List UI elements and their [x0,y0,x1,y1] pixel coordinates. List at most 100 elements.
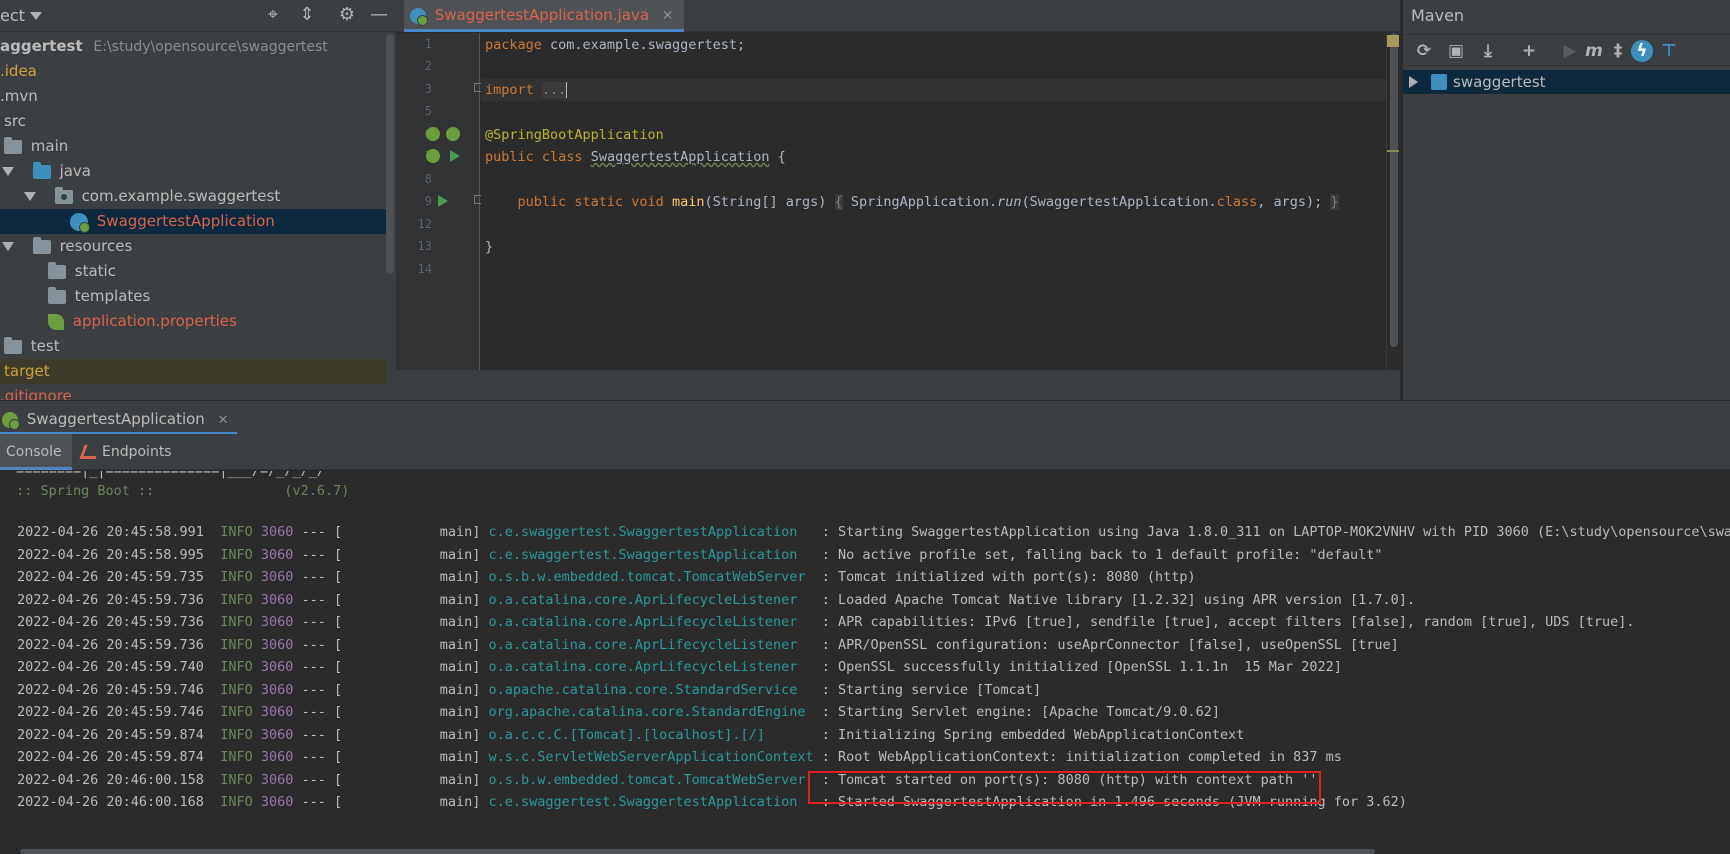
project-scrollbar[interactable] [386,34,394,274]
expand-arrow-icon[interactable] [2,242,14,251]
console-horizontal-scrollbar[interactable] [20,849,1375,854]
minimize-icon[interactable]: — [368,4,390,26]
lightning-icon[interactable]: ϟ [1631,40,1653,62]
folded-imports[interactable]: ... [541,82,567,98]
project-title[interactable]: ect [0,6,25,25]
editor-scrollbar-thumb[interactable] [1390,33,1398,347]
expand-arrow-icon[interactable] [1409,76,1418,88]
tree-item-mvn[interactable]: .mvn [0,84,386,109]
tree-item-src[interactable]: src [0,109,386,134]
editor-tab[interactable]: SwaggertestApplication.java ✕ [404,0,684,32]
code-token: (String[] args) [704,194,827,210]
maven-project-item[interactable]: swaggertest [1403,70,1730,94]
locate-icon[interactable]: ⌖ [262,4,284,26]
tree-item-gitignore[interactable]: .gitignore [0,384,386,400]
spring-class-icon [410,7,428,26]
tree-item-main[interactable]: main [0,134,386,159]
log-logger: c.e.swaggertest.SwaggertestApplication [488,524,814,540]
log-separator: --- [ [301,524,343,540]
tree-item-target[interactable]: target [0,359,386,384]
run-class-icon[interactable] [450,150,460,162]
code-token: SpringApplication. [842,194,998,210]
gear-icon[interactable]: ⚙ [336,4,358,26]
log-separator: --- [ [301,569,343,585]
tree-item-root[interactable]: aggertest E:\study\opensource\swaggertes… [0,34,386,59]
maven-toolbar: ⟳ ▣ ⤓ + ▶ m ‡ ϟ ⊤ [1403,34,1730,66]
code-editor[interactable]: package com.example.swaggertest; import … [481,33,1386,370]
log-timestamp: 2022-04-26 20:45:59.746 [17,681,204,698]
download-icon[interactable]: ⤓ [1477,40,1499,62]
log-level: INFO [220,591,253,608]
log-timestamp: 2022-04-26 20:45:59.874 [17,726,204,743]
tree-item-application-properties[interactable]: application.properties [0,309,386,334]
maven-panel: Maven ⟳ ▣ ⤓ + ▶ m ‡ ϟ ⊤ swaggertest [1402,0,1730,400]
log-pid: 3060 [260,726,294,743]
log-level: INFO [220,726,253,743]
tree-item-java[interactable]: java [0,159,386,184]
code-token: main [671,194,705,210]
collapse-all-icon[interactable]: ⇕ [296,4,318,26]
close-icon[interactable]: ✕ [218,413,229,428]
log-message: : Tomcat initialized with port(s): 8080 … [821,569,1196,585]
project-panel: ect ⌖ ⇕ ⚙ — aggertest E:\study\opensourc… [0,0,396,400]
run-icon[interactable]: ▶ [1559,40,1581,62]
editor-gutter: 1 2 3 5 6 7 8 9 12 13 14 [396,33,483,370]
log-timestamp: 2022-04-26 20:45:59.736 [17,591,204,608]
tree-item-templates[interactable]: templates [0,284,386,309]
run-subtabs: Console Endpoints [0,434,1730,470]
console-log-line: 2022-04-26 20:45:59.746 INFO 3060 --- [ … [17,682,1041,698]
tree-item-package[interactable]: com.example.swaggertest [0,184,386,209]
log-logger: o.a.catalina.core.AprLifecycleListener [488,659,814,675]
log-thread: main] [350,726,481,743]
package-icon [54,186,73,204]
tab-endpoints[interactable]: Endpoints [79,434,172,470]
bean-icon[interactable] [426,149,440,163]
plus-icon[interactable]: + [1518,40,1540,62]
tree-item-idea[interactable]: .idea [0,59,386,84]
log-message: : Starting SwaggertestApplication using … [821,524,1730,540]
log-logger: o.a.catalina.core.AprLifecycleListener [488,614,814,630]
close-icon[interactable]: ✕ [662,8,674,24]
run-tab[interactable]: SwaggertestApplication ✕ [0,401,237,435]
code-token: (SwaggertestApplication. [1021,194,1217,210]
code-token: package [485,37,542,53]
refresh-icon[interactable]: ⟳ [1413,40,1435,62]
code-token: class [1216,194,1258,210]
console-log-line: 2022-04-26 20:45:59.736 INFO 3060 --- [ … [17,637,1399,653]
log-message: : OpenSSL successfully initialized [Open… [821,659,1342,675]
log-thread: main] [350,636,481,653]
log-logger: org.apache.catalina.core.StandardEngine [488,704,814,720]
console-log-line: 2022-04-26 20:45:59.735 INFO 3060 --- [ … [17,569,1196,585]
m-icon[interactable]: m [1583,40,1605,62]
tree-item-test[interactable]: test [0,334,386,359]
log-logger: o.a.catalina.core.AprLifecycleListener [488,636,814,653]
tree-item-label: main [30,137,69,155]
add-folder-icon[interactable]: ▣ [1445,40,1467,62]
code-token: SwaggertestApplication [590,149,770,165]
log-timestamp: 2022-04-26 20:45:59.874 [17,749,204,765]
console-log-line: 2022-04-26 20:45:59.736 INFO 3060 --- [ … [17,592,1415,608]
bean-navigate-icon[interactable] [446,127,460,141]
log-timestamp: 2022-04-26 20:45:59.735 [17,569,204,585]
tree-item-static[interactable]: static [0,259,386,284]
tree-item-resources[interactable]: resources [0,234,386,259]
bean-icon[interactable] [426,127,440,141]
run-main-icon[interactable] [438,195,448,207]
inspection-status-icon[interactable] [1387,35,1399,47]
expand-arrow-icon[interactable] [24,192,36,201]
code-line-3: import ... [485,82,568,98]
tab-console[interactable]: Console [0,434,72,470]
tree-item-main-class[interactable]: SwaggertestApplication [0,209,386,234]
folder-icon [48,286,66,304]
skip-tests-icon[interactable]: ‡ [1607,40,1629,62]
log-separator: --- [ [301,546,343,563]
dropdown-arrow-icon[interactable] [30,12,42,20]
log-timestamp: 2022-04-26 20:46:00.168 [17,794,204,810]
editor-scrollbar[interactable] [1386,33,1400,370]
tree-icon[interactable]: ⊤ [1658,40,1680,62]
tree-item-label: static [74,262,116,280]
code-token: import [485,82,534,98]
expand-arrow-icon[interactable] [2,167,14,176]
log-message: : APR/OpenSSL configuration: useAprConne… [821,636,1399,653]
annotation-highlight-box [808,771,1321,804]
